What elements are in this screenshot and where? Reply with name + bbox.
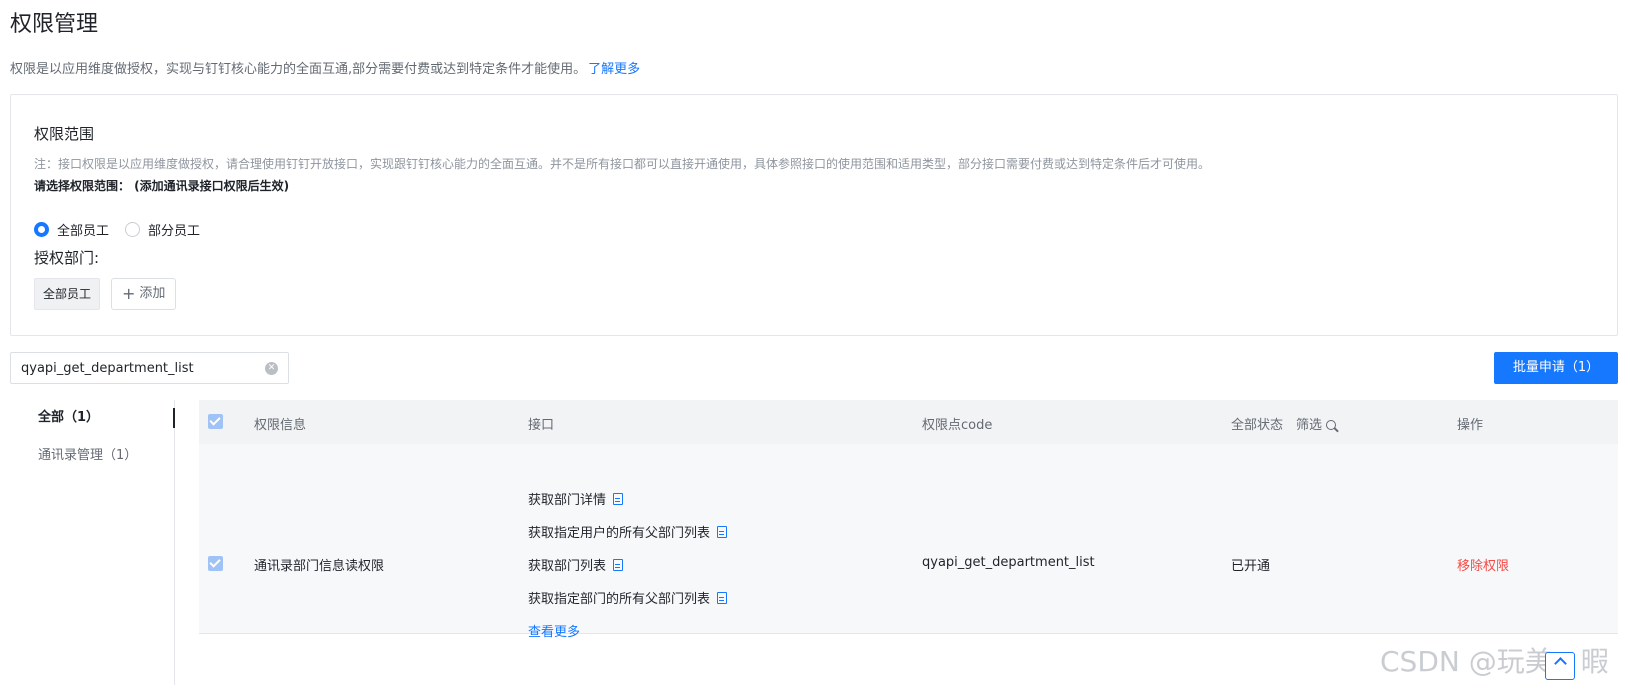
- doc-icon[interactable]: [613, 492, 624, 505]
- permission-code: qyapi_get_department_list: [922, 555, 1095, 570]
- clear-icon[interactable]: ✕: [265, 361, 278, 375]
- header-info: 权限信息: [254, 418, 307, 433]
- search-icon: [1326, 420, 1337, 430]
- search-box: ✕: [10, 352, 289, 384]
- api-label: 获取指定部门的所有父部门列表: [528, 592, 711, 607]
- doc-icon[interactable]: [717, 591, 728, 604]
- header-api: 接口: [528, 418, 555, 433]
- api-label: 获取部门列表: [528, 559, 607, 574]
- side-item-all[interactable]: 全部（1）: [38, 400, 99, 436]
- radio-all-employees[interactable]: 全部员工: [34, 220, 109, 239]
- radio-label: 全部员工: [57, 224, 110, 239]
- scope-radio-group: 全部员工 部分员工: [34, 220, 216, 239]
- plus-icon: +: [122, 284, 136, 303]
- filter-label: 筛选: [1296, 418, 1323, 433]
- dept-label: 授权部门:: [34, 249, 100, 267]
- dept-tag: 全部员工: [34, 278, 101, 310]
- header-code: 权限点code: [922, 418, 993, 433]
- permission-status: 已开通: [1231, 559, 1271, 574]
- batch-apply-button[interactable]: 批量申请（1）: [1494, 352, 1618, 384]
- scope-select-label: 请选择权限范围： (添加通讯录接口权限后生效): [34, 179, 290, 193]
- search-input[interactable]: [21, 360, 265, 376]
- add-label: 添加: [139, 286, 166, 301]
- add-dept-button[interactable]: + 添加: [111, 278, 177, 310]
- remove-permission-link[interactable]: 移除权限: [1457, 555, 1509, 574]
- header-action: 操作: [1457, 418, 1484, 433]
- radio-unchecked-icon: [125, 222, 141, 237]
- side-item-contacts[interactable]: 通讯录管理（1）: [38, 446, 137, 466]
- intro-text: 权限是以应用维度做授权，实现与钉钉核心能力的全面互通,部分需要付费或达到特定条件…: [10, 62, 587, 77]
- side-nav: 全部（1） 通讯录管理（1）: [10, 400, 175, 685]
- select-all-checkbox[interactable]: [208, 414, 223, 429]
- doc-icon[interactable]: [613, 558, 624, 571]
- radio-checked-icon: [34, 222, 49, 237]
- api-link[interactable]: 获取指定部门的所有父部门列表: [528, 588, 728, 607]
- scope-card: 权限范围 注：接口权限是以应用维度做授权，请合理使用钉钉开放接口，实现跟钉钉核心…: [10, 94, 1618, 336]
- permission-table: 权限信息 接口 权限点code 全部状态 筛选 操作 通讯录部门信息读权限 获取…: [199, 400, 1618, 640]
- table-row: 通讯录部门信息读权限 获取部门详情 获取指定用户的所有父部门列表 获取部门列表 …: [199, 444, 1618, 640]
- header-status: 全部状态: [1231, 418, 1284, 433]
- api-label: 获取指定用户的所有父部门列表: [528, 526, 711, 541]
- back-to-top-button[interactable]: [1545, 652, 1575, 680]
- permission-name: 通讯录部门信息读权限: [254, 559, 385, 574]
- api-link[interactable]: 获取部门列表: [528, 555, 624, 574]
- view-more-link[interactable]: 查看更多: [528, 621, 580, 640]
- radio-label: 部分员工: [148, 224, 201, 239]
- table-header: 权限信息 接口 权限点code 全部状态 筛选 操作: [199, 400, 1618, 444]
- radio-partial-employees[interactable]: 部分员工: [125, 220, 200, 239]
- api-link[interactable]: 获取指定用户的所有父部门列表: [528, 522, 728, 541]
- api-link[interactable]: 获取部门详情: [528, 489, 624, 508]
- page-title: 权限管理: [10, 12, 99, 37]
- side-active-indicator: [173, 408, 175, 428]
- api-label: 获取部门详情: [528, 493, 607, 508]
- scope-note: 注：接口权限是以应用维度做授权，请合理使用钉钉开放接口，实现跟钉钉核心能力的全面…: [34, 157, 1211, 171]
- row-checkbox[interactable]: [208, 556, 223, 571]
- page-intro: 权限是以应用维度做授权，实现与钉钉核心能力的全面互通,部分需要付费或达到特定条件…: [10, 58, 640, 77]
- learn-more-link[interactable]: 了解更多: [588, 62, 640, 77]
- doc-icon[interactable]: [717, 525, 728, 538]
- status-filter[interactable]: 筛选: [1296, 414, 1337, 433]
- scope-title: 权限范围: [34, 125, 95, 143]
